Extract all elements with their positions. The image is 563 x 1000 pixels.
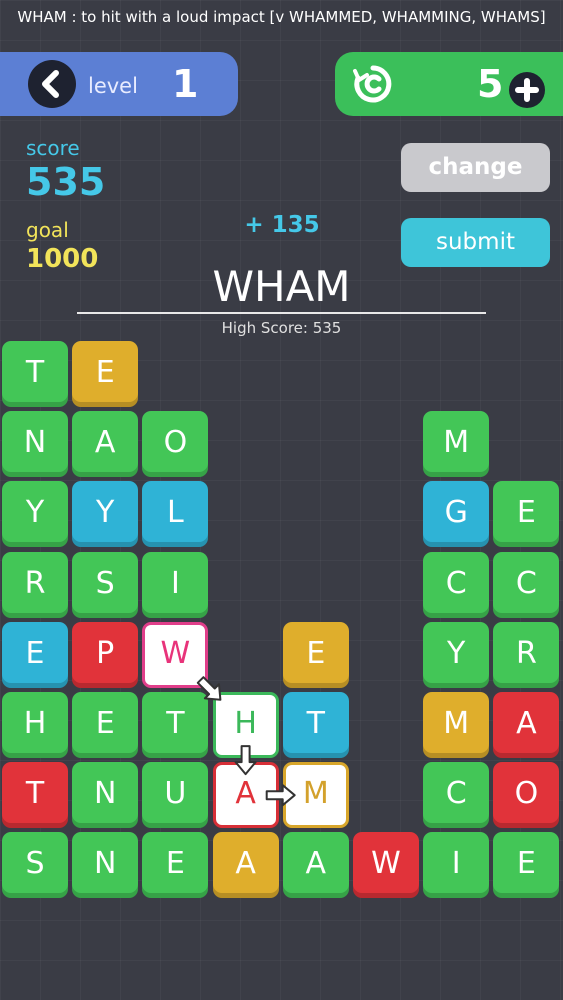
letter-tile[interactable]: W	[142, 621, 209, 688]
score-label: score	[26, 136, 80, 160]
letter-tile[interactable]: P	[72, 621, 139, 688]
letter-tile[interactable]: L	[142, 481, 209, 548]
chevron-left-icon	[42, 70, 59, 98]
back-button[interactable]	[28, 60, 76, 108]
shuffle-icon[interactable]	[351, 62, 395, 106]
letter-tile[interactable]: C	[423, 762, 490, 829]
letter-tile[interactable]: N	[2, 411, 68, 478]
letter-tile[interactable]: T	[142, 692, 209, 758]
letter-tile[interactable]: E	[493, 832, 560, 899]
letter-tile[interactable]: E	[2, 621, 68, 688]
points-gain: + 135	[244, 212, 320, 238]
letter-tile[interactable]: I	[142, 551, 209, 618]
letter-tile[interactable]: Y	[423, 621, 490, 688]
shuffle-count: 5	[477, 62, 504, 106]
letter-tile[interactable]: H	[2, 692, 68, 758]
letter-tile[interactable]: N	[72, 832, 139, 899]
word-underline	[77, 312, 486, 314]
letter-tile[interactable]: C	[423, 551, 490, 618]
letter-tile[interactable]: C	[493, 551, 560, 618]
level-label: level	[88, 74, 138, 98]
letter-tile[interactable]: R	[2, 551, 68, 618]
add-shuffles-button[interactable]	[509, 72, 545, 108]
submit-button[interactable]: submit	[401, 218, 550, 267]
letter-tile[interactable]: T	[282, 692, 349, 758]
letter-tile[interactable]: A	[493, 692, 560, 758]
letter-tile[interactable]: A	[282, 832, 349, 899]
plus-icon	[515, 78, 539, 102]
level-bar: level 1	[0, 52, 238, 116]
level-value: 1	[172, 62, 199, 106]
letter-tile[interactable]: O	[142, 411, 209, 478]
letter-tile[interactable]: Y	[72, 481, 139, 548]
letter-tile[interactable]: A	[212, 832, 279, 899]
letter-tile[interactable]: Y	[2, 481, 68, 548]
goal-label: goal	[26, 218, 69, 242]
letter-tile[interactable]: A	[72, 411, 139, 478]
letter-tile[interactable]: G	[423, 481, 490, 548]
letter-tile[interactable]: E	[282, 621, 349, 688]
letter-tile[interactable]: H	[212, 692, 279, 758]
letter-tile[interactable]: S	[2, 832, 68, 899]
change-button[interactable]: change	[401, 143, 550, 192]
letter-tile[interactable]: U	[142, 762, 209, 829]
high-score: High Score: 535	[221, 319, 342, 337]
letter-tile[interactable]: M	[423, 692, 490, 758]
letter-tile[interactable]: R	[493, 621, 560, 688]
word-definition: WHAM : to hit with a loud impact [v WHAM…	[17, 8, 546, 26]
letter-tile[interactable]: E	[142, 832, 209, 899]
letter-tile[interactable]: T	[2, 762, 68, 829]
letter-tile[interactable]: N	[72, 762, 139, 829]
score-value: 535	[26, 160, 106, 204]
letter-tile[interactable]: E	[72, 692, 139, 758]
letter-tile[interactable]: W	[353, 832, 419, 899]
shuffle-bar: 5	[335, 52, 563, 116]
letter-tile[interactable]: E	[493, 481, 560, 548]
letter-tile[interactable]: M	[282, 762, 349, 829]
letter-tile[interactable]: E	[72, 341, 139, 407]
letter-tile[interactable]: A	[212, 762, 279, 829]
current-word: WHAM	[212, 262, 351, 311]
letter-tile[interactable]: O	[493, 762, 560, 829]
letter-tile[interactable]: I	[423, 832, 490, 899]
letter-tile[interactable]: T	[2, 341, 68, 407]
letter-tile[interactable]: S	[72, 551, 139, 618]
letter-tile[interactable]: M	[423, 411, 490, 478]
